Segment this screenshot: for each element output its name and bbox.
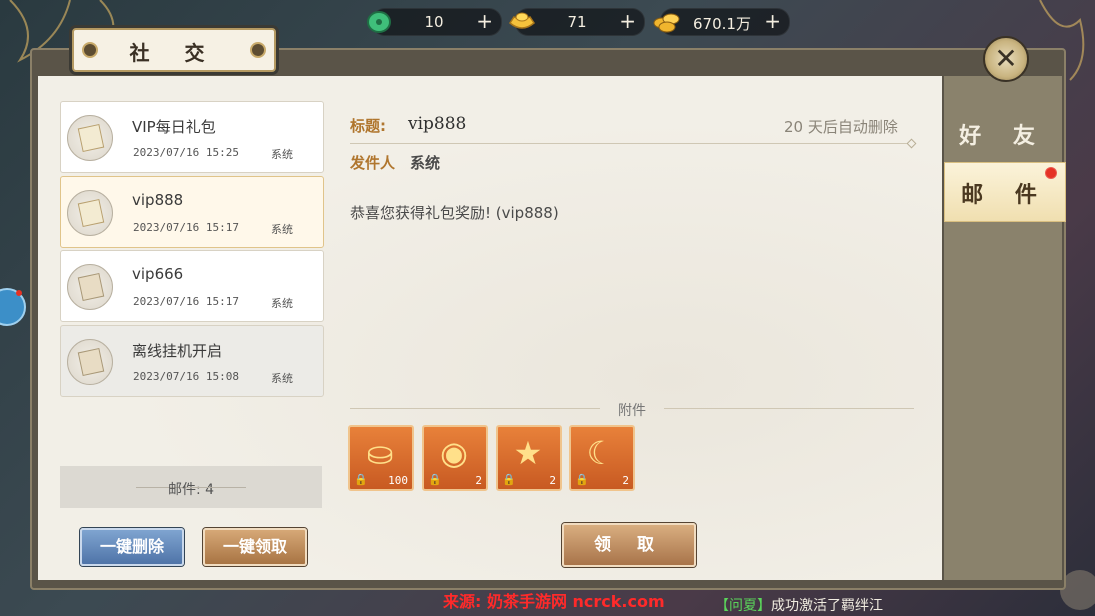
mail-item-selected[interactable]: vip888 2023/07/16 15:17 系统 <box>60 176 324 248</box>
mail-count-bar: 邮件: 4 <box>60 466 322 508</box>
sender-value: 系统 <box>410 154 441 172</box>
mail-item[interactable]: VIP每日礼包 2023/07/16 15:25 系统 <box>60 101 324 173</box>
plaque-knob-right-icon <box>250 42 266 58</box>
item-quantity: 100 <box>388 474 408 487</box>
tab-friends[interactable]: 好 友 <box>944 104 1062 162</box>
jade-icon <box>367 11 391 33</box>
item-quantity: 2 <box>475 474 482 487</box>
add-gold-ingot-button[interactable]: + <box>619 10 636 32</box>
gold-ingot-icon <box>509 12 535 29</box>
resource-coins: 670.1万 + <box>653 8 790 36</box>
item-quantity: 2 <box>549 474 556 487</box>
mail-date: 2023/07/16 15:17 <box>133 221 239 234</box>
lock-icon: 🔒 <box>575 473 589 486</box>
window-title: 社 交 <box>129 41 219 65</box>
attachment-item[interactable]: ☾ 🔒 2 <box>569 425 635 491</box>
mail-title: vip666 <box>132 265 184 283</box>
coins-value: 670.1万 <box>693 15 751 33</box>
news-ticker: 【问夏】成功激活了羁绊江 <box>715 595 883 615</box>
mail-sender: 系统 <box>271 223 293 236</box>
notification-dot-icon <box>1045 167 1057 179</box>
mail-envelope-icon <box>67 264 113 310</box>
divider <box>664 408 914 409</box>
tab-mail-label: 邮 件 <box>961 182 1049 208</box>
mail-scroll-icon <box>67 190 113 236</box>
close-button[interactable]: ✕ <box>983 36 1029 82</box>
expire-notice: 20 天后自动删除 <box>784 118 898 136</box>
mail-sender: 系统 <box>271 297 293 310</box>
lock-icon: 🔒 <box>428 473 442 486</box>
mail-item[interactable]: vip666 2023/07/16 15:17 系统 <box>60 250 324 322</box>
resource-jade: 10 + <box>367 8 502 36</box>
gold-ingot-icon: ⛀ <box>366 434 394 472</box>
mail-date: 2023/07/16 15:25 <box>133 146 239 159</box>
attachment-item[interactable]: ★ 🔒 2 <box>496 425 562 491</box>
resource-gold-ingot: 71 + <box>509 8 645 36</box>
moon-icon: ☾ <box>586 434 616 472</box>
window-title-plaque: 社 交 <box>72 28 276 72</box>
mail-scroll-icon <box>67 115 113 161</box>
mail-detail-title: vip888 <box>408 114 467 134</box>
mail-date: 2023/07/16 15:08 <box>133 370 239 383</box>
add-jade-button[interactable]: + <box>476 10 493 32</box>
lock-icon: 🔒 <box>354 473 368 486</box>
mail-title: vip888 <box>132 191 184 209</box>
orb-icon: ◉ <box>440 434 468 472</box>
mail-title: VIP每日礼包 <box>132 118 216 136</box>
gold-ingot-value: 71 <box>567 13 587 31</box>
source-watermark: 来源: 奶茶手游网 ncrck.com <box>443 592 665 611</box>
mail-title: 离线挂机开启 <box>132 342 223 360</box>
close-icon: ✕ <box>994 42 1018 75</box>
tab-friends-label: 好 友 <box>959 123 1047 149</box>
tab-mail[interactable]: 邮 件 <box>944 162 1066 222</box>
title-label: 标题: <box>350 117 386 135</box>
item-quantity: 2 <box>622 474 629 487</box>
sender-label: 发件人 <box>350 154 396 172</box>
claim-button[interactable]: 领 取 <box>562 523 696 567</box>
divider <box>350 143 912 144</box>
news-text: 成功激活了羁绊江 <box>771 598 883 614</box>
chat-bubble-icon[interactable] <box>0 288 26 326</box>
add-coins-button[interactable]: + <box>764 10 781 32</box>
mail-date: 2023/07/16 15:17 <box>133 295 239 308</box>
mail-count: 邮件: 4 <box>167 482 215 498</box>
divider <box>350 408 600 409</box>
lock-icon: 🔒 <box>502 473 516 486</box>
attachment-item[interactable]: ⛀ 🔒 100 <box>348 425 414 491</box>
delete-all-button[interactable]: 一键删除 <box>80 528 184 566</box>
divider <box>186 487 246 488</box>
news-tag: 【问夏】 <box>715 598 771 614</box>
jade-value: 10 <box>424 13 444 31</box>
attachment-item[interactable]: ◉ 🔒 2 <box>422 425 488 491</box>
coins-icon <box>653 13 680 33</box>
claim-all-button[interactable]: 一键领取 <box>203 528 307 566</box>
attachments-label: 附件 <box>618 403 646 419</box>
mail-item[interactable]: 离线挂机开启 2023/07/16 15:08 系统 <box>60 325 324 397</box>
mail-body: 恭喜您获得礼包奖励! (vip888) <box>350 204 559 222</box>
mail-sender: 系统 <box>271 372 293 385</box>
star-icon: ★ <box>513 434 543 472</box>
mail-envelope-icon <box>67 339 113 385</box>
mail-sender: 系统 <box>271 148 293 161</box>
